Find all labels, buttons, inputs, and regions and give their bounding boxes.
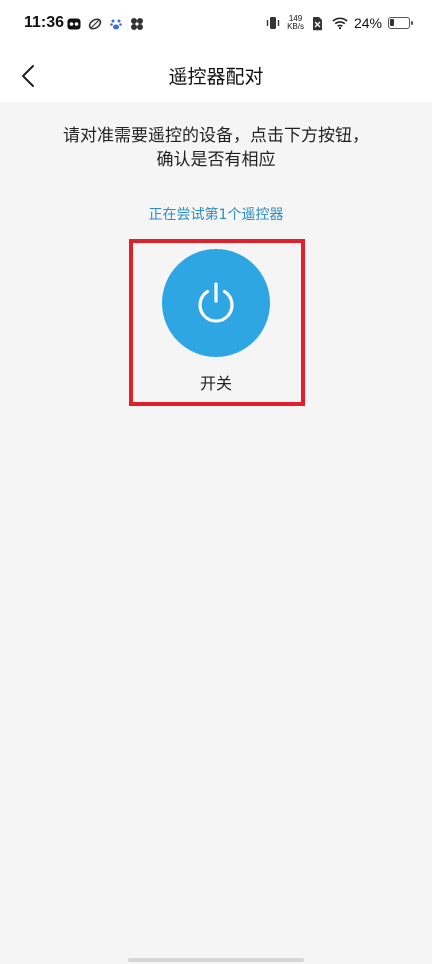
battery-fill	[390, 19, 394, 26]
page-title: 遥控器配对	[168, 66, 264, 88]
instruction-line-1: 请对准需要遥控的设备，点击下方按钮，	[63, 126, 369, 146]
instruction-text: 请对准需要遥控的设备，点击下方按钮， 确认是否有相应	[30, 124, 402, 172]
status-time: 11:36	[24, 14, 65, 31]
nav-bar: 遥控器配对	[0, 50, 432, 102]
status-right-group: 149 KB/s 24%	[265, 15, 413, 31]
paw-icon	[108, 16, 124, 32]
power-button-label: 开关	[199, 374, 232, 393]
vibrate-icon	[265, 15, 281, 31]
power-icon	[198, 282, 234, 323]
battery-percent: 24%	[353, 15, 382, 31]
power-button[interactable]	[162, 249, 270, 357]
attempt-status: 正在尝试第1个遥控器	[148, 207, 284, 223]
network-speed: 149 KB/s	[287, 15, 304, 31]
status-bar: 11:36 149 KB/s 24%	[0, 0, 432, 50]
sim-off-icon	[310, 15, 326, 31]
network-speed-unit: KB/s	[287, 22, 304, 31]
app-notification-icon	[66, 16, 82, 32]
leaf-icon	[87, 16, 103, 32]
instruction-line-2: 确认是否有相应	[156, 150, 276, 170]
pinwheel-icon	[129, 16, 145, 32]
wifi-icon	[332, 15, 348, 31]
notification-icons	[66, 16, 145, 32]
home-indicator[interactable]	[128, 958, 304, 962]
battery-icon	[388, 17, 413, 29]
